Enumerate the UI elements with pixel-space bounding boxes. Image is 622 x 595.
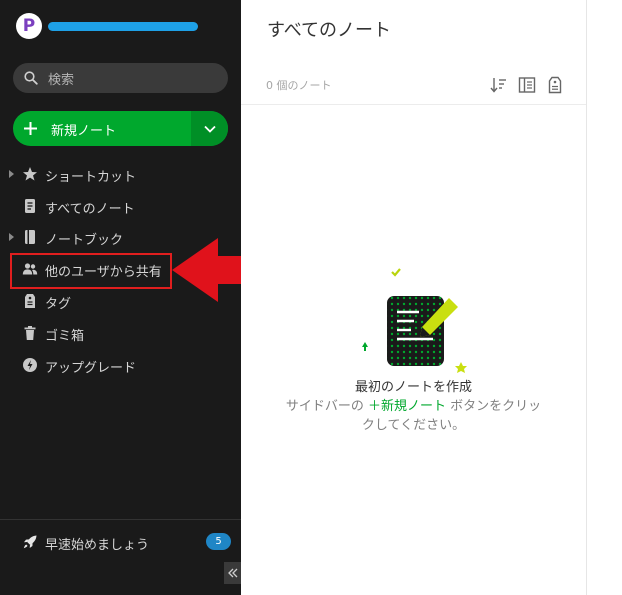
sidebar-item-all-notes[interactable]: すべてのノート bbox=[0, 191, 241, 221]
plus-icon bbox=[24, 122, 37, 135]
sidebar-item-label: すべてのノート bbox=[45, 202, 135, 217]
annotation-highlight-box bbox=[10, 253, 172, 289]
avatar-letter: P bbox=[22, 15, 36, 36]
account-avatar[interactable]: P bbox=[16, 13, 42, 39]
empty-desc-line2: クしてください。 bbox=[361, 418, 466, 433]
caret-right-icon[interactable] bbox=[9, 170, 14, 178]
sort-icon[interactable] bbox=[490, 76, 508, 94]
double-chevron-left-icon bbox=[227, 568, 237, 578]
empty-state-title: 最初のノートを作成 bbox=[354, 380, 472, 395]
star-icon bbox=[23, 167, 37, 181]
sidebar-item-label: アップグレード bbox=[45, 361, 137, 376]
new-note-dropdown-button[interactable] bbox=[191, 111, 228, 146]
view-options-icon[interactable] bbox=[518, 76, 536, 94]
sidebar-item-label: ショートカット bbox=[45, 170, 137, 185]
trash-icon bbox=[24, 326, 36, 340]
page-title: すべてのノート bbox=[267, 20, 392, 41]
quickstart-item[interactable]: 早速始めましょう bbox=[0, 528, 241, 556]
search-label: 検索 bbox=[48, 72, 75, 88]
notes-list-panel: すべてのノート 0 個のノート 最初のノートを作成 サイドバーの ＋新規ノート … bbox=[241, 0, 587, 595]
quickstart-count-badge: 5 bbox=[206, 533, 231, 550]
list-header-divider bbox=[241, 104, 586, 105]
quickstart-label: 早速始めましょう bbox=[45, 538, 150, 553]
tag-filter-icon[interactable] bbox=[546, 76, 564, 94]
note-count: 0 個のノート bbox=[266, 79, 332, 92]
account-name-redacted[interactable] bbox=[48, 22, 198, 31]
new-note-button[interactable]: 新規ノート bbox=[13, 111, 191, 146]
new-note-label: 新規ノート bbox=[51, 124, 117, 139]
caret-right-icon[interactable] bbox=[9, 233, 14, 241]
new-note-control: 新規ノート bbox=[13, 111, 228, 146]
sidebar-item-label: ゴミ箱 bbox=[45, 329, 85, 344]
sidebar-item-shortcuts[interactable]: ショートカット bbox=[0, 159, 241, 189]
empty-desc-text: ボタンをクリッ bbox=[446, 399, 542, 414]
empty-desc-new-note-link[interactable]: ＋新規ノート bbox=[368, 399, 446, 414]
chevron-down-icon bbox=[203, 125, 216, 133]
rocket-icon bbox=[23, 535, 37, 549]
sidebar-item-trash[interactable]: ゴミ箱 bbox=[0, 318, 241, 348]
notebook-icon bbox=[25, 230, 35, 244]
sidebar-divider bbox=[0, 519, 241, 520]
note-icon bbox=[25, 199, 35, 213]
search-icon bbox=[24, 71, 38, 85]
search-box[interactable]: 検索 bbox=[13, 63, 228, 93]
sidebar-item-label: タグ bbox=[45, 297, 72, 312]
empty-notes-illustration bbox=[362, 268, 467, 373]
collapse-sidebar-button[interactable] bbox=[224, 562, 241, 584]
empty-desc-text: サイドバーの bbox=[285, 399, 368, 414]
sidebar-item-label: ノートブック bbox=[45, 233, 124, 248]
tag-icon bbox=[25, 294, 35, 308]
empty-state-description: サイドバーの ＋新規ノート ボタンをクリッ クしてください。 bbox=[241, 397, 586, 435]
sidebar-item-upgrade[interactable]: アップグレード bbox=[0, 350, 241, 380]
lightning-icon bbox=[23, 358, 37, 372]
